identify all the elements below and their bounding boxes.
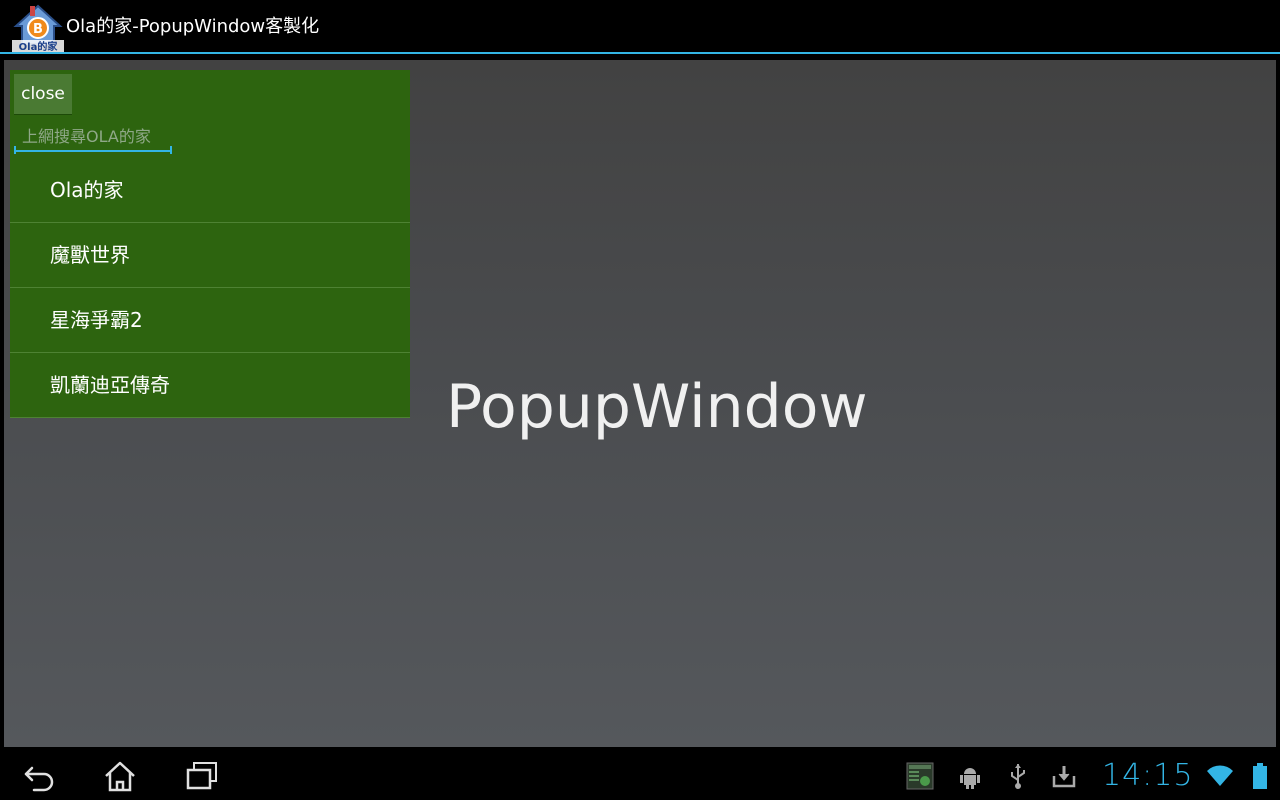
app-logo-text: Ola的家 — [19, 40, 59, 52]
download-icon[interactable] — [1050, 762, 1078, 790]
app-logo-icon[interactable]: B Ola的家 — [12, 4, 64, 52]
search-input[interactable] — [14, 122, 172, 152]
system-bar: 14:15 — [0, 752, 1280, 800]
usb-icon[interactable] — [1004, 762, 1032, 790]
screenshot-notification-icon[interactable] — [906, 762, 934, 790]
search-input-edge-left — [14, 146, 16, 154]
list-item-kyrandia[interactable]: 凱蘭迪亞傳奇 — [10, 353, 410, 418]
app-title: Ola的家-PopupWindow客製化 — [66, 16, 320, 37]
back-icon[interactable] — [22, 760, 58, 792]
wifi-icon[interactable] — [1206, 762, 1234, 790]
close-button[interactable]: close — [14, 74, 72, 114]
popup-window: close Ola的家 魔獸世界 星海爭霸2 凱蘭迪亞傳奇 — [10, 70, 410, 418]
popup-list: Ola的家 魔獸世界 星海爭霸2 凱蘭迪亞傳奇 — [10, 158, 410, 418]
screen: B Ola的家 Ola的家-PopupWindow客製化 PopupWindow… — [0, 0, 1280, 800]
list-item-label: Ola的家 — [50, 178, 124, 202]
list-item-label: 魔獸世界 — [50, 243, 130, 267]
list-item-label: 星海爭霸2 — [50, 308, 143, 332]
recent-apps-icon[interactable] — [184, 760, 220, 792]
list-item-warcraft[interactable]: 魔獸世界 — [10, 223, 410, 288]
list-item-label: 凱蘭迪亞傳奇 — [50, 373, 170, 397]
list-item-ola-home[interactable]: Ola的家 — [10, 158, 410, 223]
home-icon[interactable] — [102, 760, 138, 792]
clock[interactable]: 14:15 — [1102, 756, 1193, 796]
battery-icon[interactable] — [1246, 762, 1274, 790]
android-debug-icon[interactable] — [956, 762, 984, 790]
svg-text:B: B — [33, 22, 43, 37]
action-bar: B Ola的家 Ola的家-PopupWindow客製化 — [0, 0, 1280, 54]
search-input-edge-right — [170, 146, 172, 154]
list-item-starcraft2[interactable]: 星海爭霸2 — [10, 288, 410, 353]
popupwindow-label: PopupWindow — [446, 372, 868, 442]
